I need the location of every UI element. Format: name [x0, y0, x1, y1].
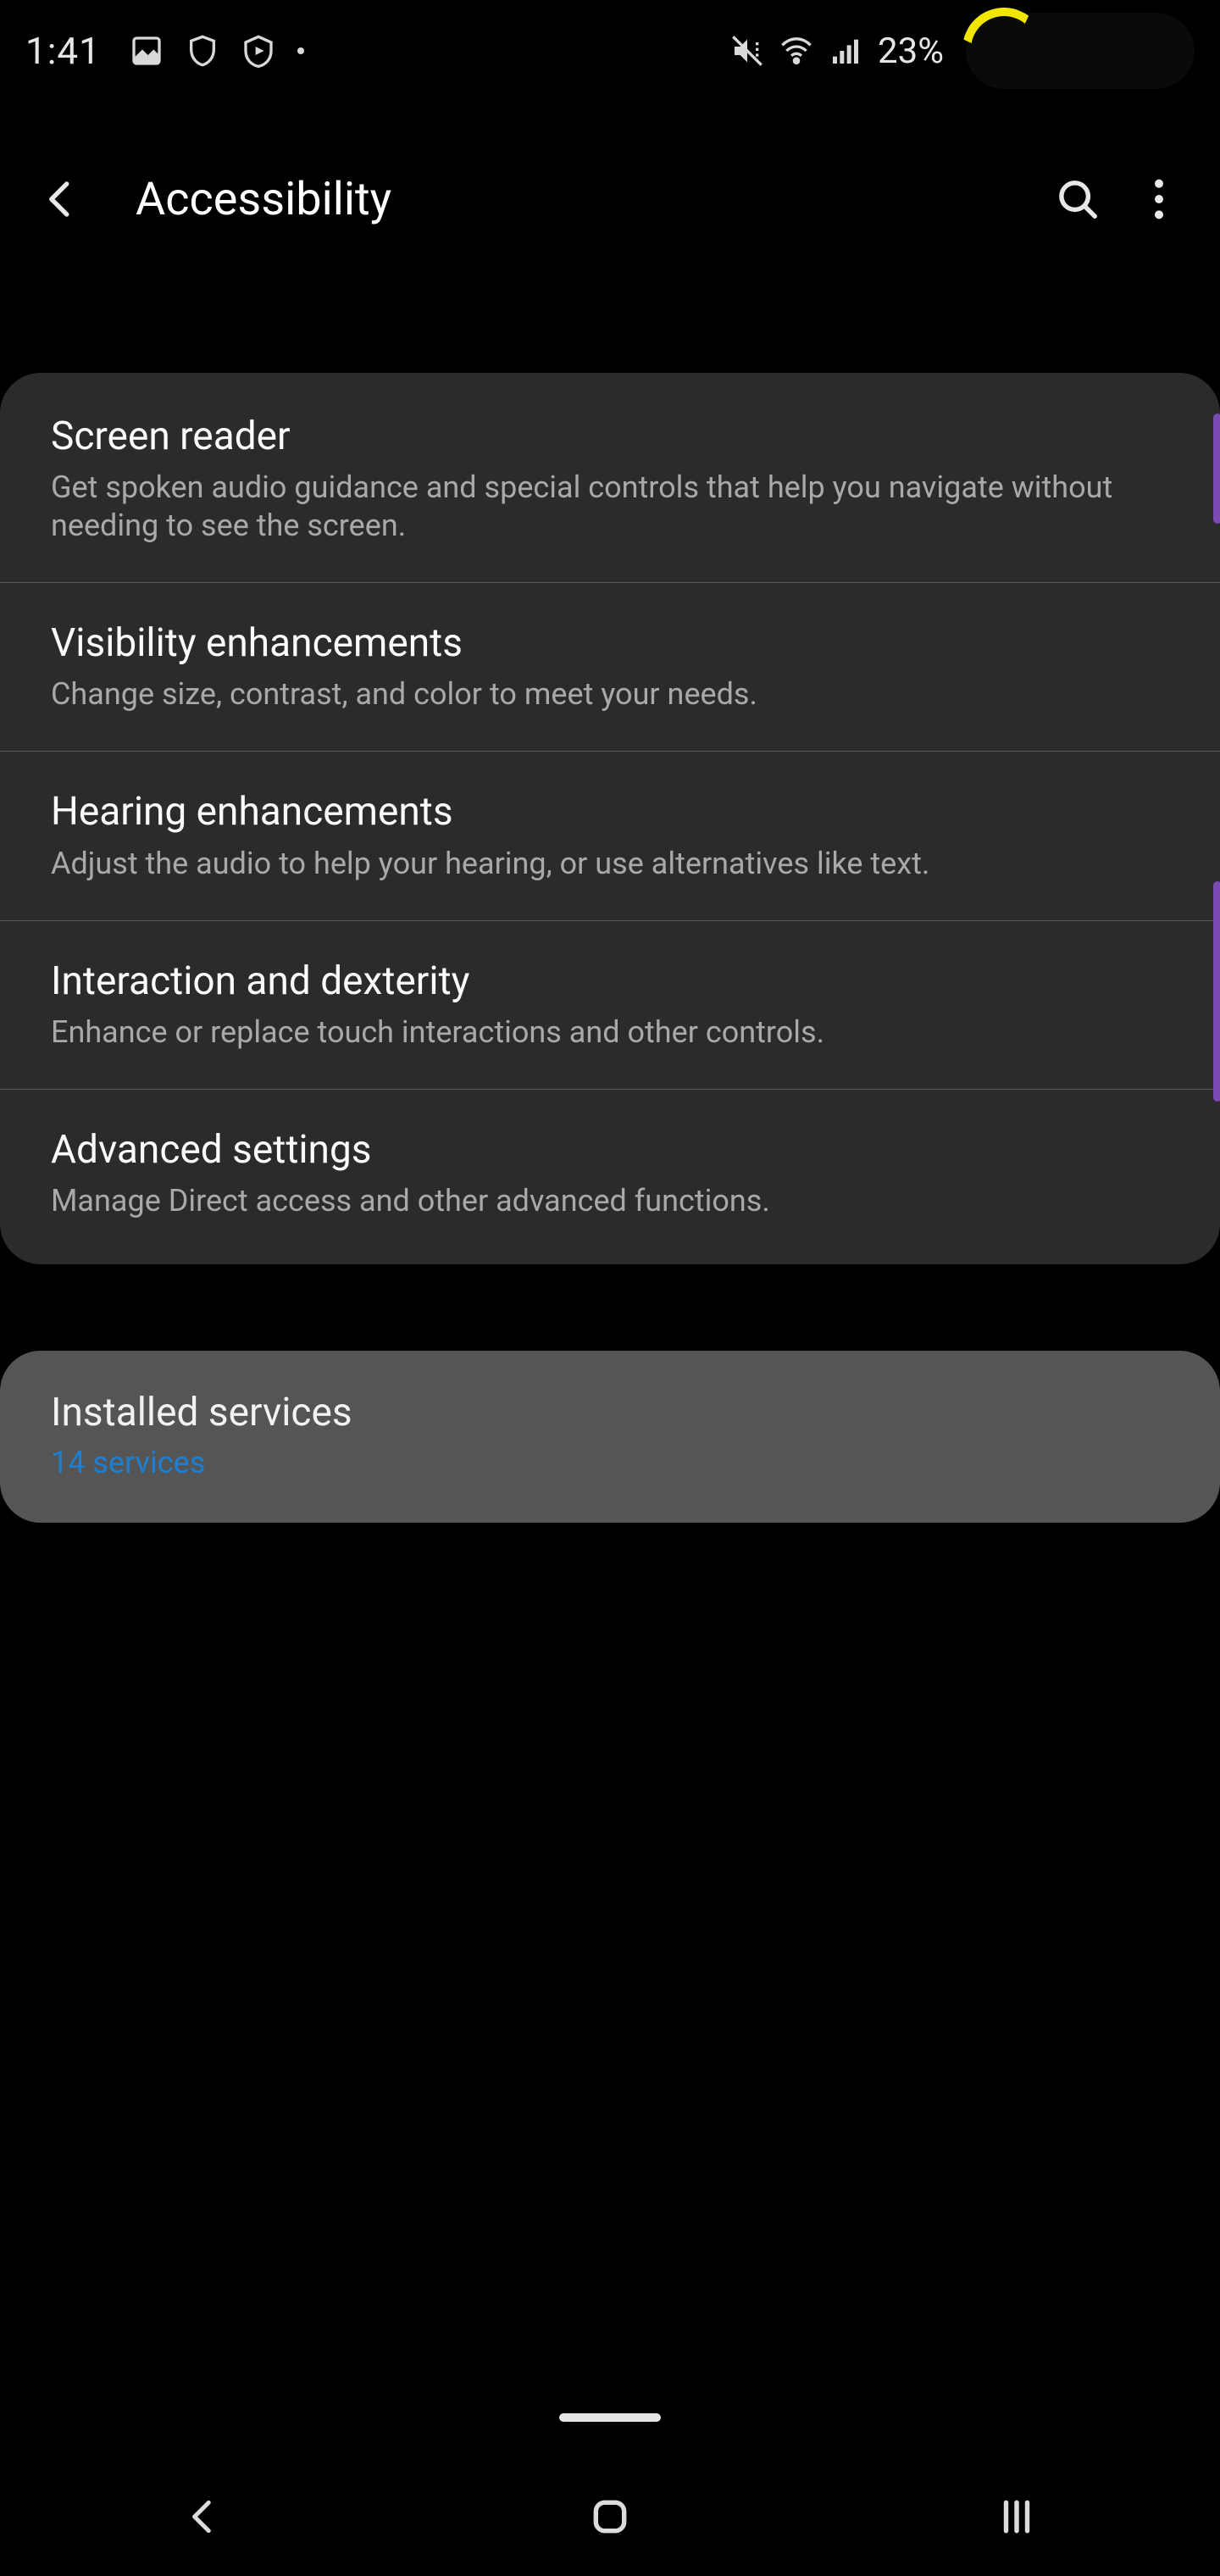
setting-title: Hearing enhancements [51, 789, 1169, 836]
app-header: Accessibility [0, 127, 1220, 271]
setting-screen-reader[interactable]: Screen reader Get spoken audio guidance … [0, 373, 1220, 582]
setting-title: Screen reader [51, 414, 1169, 460]
setting-desc: Manage Direct access and other advanced … [51, 1182, 1169, 1220]
shield-icon [186, 34, 219, 68]
three-bars-icon [995, 2496, 1038, 2538]
setting-summary-link: 14 services [51, 1445, 1169, 1480]
setting-desc: Get spoken audio guidance and special co… [51, 469, 1169, 545]
status-left: 1:41 [25, 29, 304, 73]
nav-home-button[interactable] [542, 2474, 678, 2559]
search-icon [1055, 176, 1101, 222]
setting-interaction-dexterity[interactable]: Interaction and dexterity Enhance or rep… [0, 920, 1220, 1089]
dot-icon [297, 47, 304, 54]
status-time: 1:41 [25, 29, 101, 73]
setting-desc: Adjust the audio to help your hearing, o… [51, 845, 1169, 883]
setting-visibility-enhancements[interactable]: Visibility enhancements Change size, con… [0, 582, 1220, 751]
gesture-hint [559, 2413, 661, 2422]
setting-desc: Change size, contrast, and color to meet… [51, 675, 1169, 713]
chevron-left-icon [38, 176, 84, 222]
setting-title: Advanced settings [51, 1127, 1169, 1174]
system-nav-bar [0, 2457, 1220, 2576]
status-right: 23% [730, 13, 1195, 89]
setting-title: Installed services [51, 1390, 1169, 1436]
battery-arc [949, 0, 1059, 104]
setting-title: Visibility enhancements [51, 620, 1169, 667]
scroll-indicator [1213, 414, 1220, 524]
signal-icon [829, 34, 862, 68]
overflow-menu-button[interactable] [1118, 158, 1200, 240]
page-title: Accessibility [136, 173, 1037, 226]
setting-installed-services[interactable]: Installed services 14 services [0, 1351, 1220, 1523]
wifi-icon [779, 34, 813, 68]
setting-advanced[interactable]: Advanced settings Manage Direct access a… [0, 1089, 1220, 1264]
rounded-square-icon [589, 2496, 631, 2538]
more-vertical-icon [1155, 179, 1163, 219]
battery-pill [966, 13, 1195, 89]
silent-vibrate-icon [730, 34, 764, 68]
nav-back-button[interactable] [136, 2474, 271, 2559]
search-button[interactable] [1037, 158, 1118, 240]
setting-hearing-enhancements[interactable]: Hearing enhancements Adjust the audio to… [0, 751, 1220, 919]
nav-recents-button[interactable] [949, 2474, 1084, 2559]
status-bar: 1:41 23% [0, 0, 1220, 102]
scroll-indicator [1213, 881, 1220, 1102]
accessibility-settings-card: Screen reader Get spoken audio guidance … [0, 373, 1220, 1264]
chevron-left-icon [182, 2496, 225, 2538]
back-button[interactable] [20, 158, 102, 240]
setting-desc: Enhance or replace touch interactions an… [51, 1013, 1169, 1052]
installed-services-card: Installed services 14 services [0, 1351, 1220, 1523]
picture-icon [130, 34, 164, 68]
play-protect-icon [241, 34, 275, 68]
setting-title: Interaction and dexterity [51, 958, 1169, 1005]
battery-percent: 23% [878, 31, 944, 72]
